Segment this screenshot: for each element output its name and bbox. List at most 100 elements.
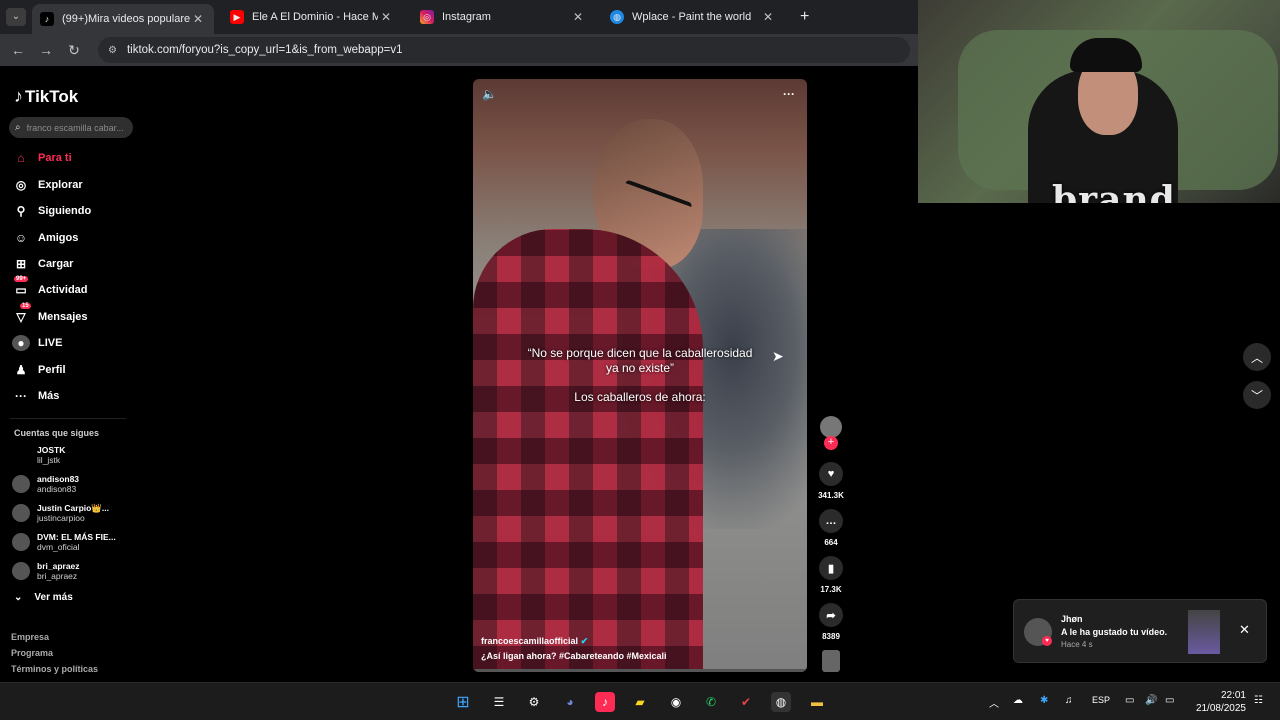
tab-instagram[interactable]: ◎ Instagram ✕ [412, 4, 594, 30]
nav-para-ti[interactable]: ⌂ Para ti [12, 148, 132, 168]
video-player[interactable]: 🔈 ··· “No se porque dicen que la caballe… [473, 79, 807, 672]
tiktok-note-icon: ♪ [14, 86, 23, 106]
nav-mensajes[interactable]: ▽ 15 Mensajes [12, 303, 132, 327]
tab-youtube[interactable]: ▶ Ele A El Dominio - Hace Mucho ✕ [222, 4, 402, 30]
instagram-icon: ◎ [420, 10, 434, 24]
close-tab-icon[interactable]: ✕ [378, 10, 394, 24]
close-tab-icon[interactable]: ✕ [760, 10, 776, 24]
reload-icon[interactable]: ↻ [60, 42, 88, 59]
nav-live[interactable]: ● LIVE [12, 333, 132, 353]
chrome-icon[interactable]: ◍ [771, 692, 791, 712]
browser-tab-bar: ⌄ ♪ (99+)Mira videos populares sel ✕ ▶ E… [0, 0, 918, 34]
footer-link-programa[interactable]: Programa [11, 648, 53, 658]
bookmark-icon: ▮ [819, 556, 843, 580]
bluetooth-icon[interactable]: ✱ [1040, 695, 1048, 706]
heart-icon: ♥ [1042, 636, 1052, 646]
system-clock[interactable]: 22:01 21/08/2025 [1192, 689, 1246, 715]
followed-account[interactable]: JOSTK lil_jstk [12, 443, 132, 467]
file-explorer-icon[interactable]: ▬ [807, 692, 827, 712]
back-icon[interactable]: ← [4, 42, 32, 58]
notification-text: A le ha gustado tu vídeo. [1061, 627, 1168, 637]
nav-explorar[interactable]: ◎ Explorar [12, 175, 132, 195]
live-icon: ● [12, 335, 30, 351]
home-icon: ⌂ [17, 151, 25, 165]
app-icon[interactable]: ◉ [666, 692, 686, 712]
close-icon[interactable]: ✕ [1239, 622, 1250, 638]
nav-cargar[interactable]: ⊞ Cargar [12, 254, 132, 274]
following-icon: ⚲ [16, 204, 26, 218]
tab-wplace[interactable]: ◍ Wplace - Paint the world ✕ [602, 4, 784, 30]
heart-icon: ♥ [819, 462, 843, 486]
video-caption-line-1: “No se porque dicen que la caballerosida… [527, 346, 753, 360]
following-section-title: Cuentas que sigues [14, 428, 100, 438]
followed-account[interactable]: Justin Carpio👑... justincarpioo [12, 501, 132, 525]
see-more-button[interactable]: ⌄ Ver más [14, 592, 73, 603]
follow-plus-icon[interactable]: + [824, 436, 838, 450]
more-options-icon[interactable]: ··· [783, 87, 795, 101]
app-icon[interactable]: ☰ [489, 692, 509, 712]
activity-icon: ▭ 99+ [14, 276, 29, 297]
video-description: ¿Así ligan ahora? #Cabareteando #Mexical… [481, 651, 667, 661]
video-username[interactable]: francoescamillaofficial ✔ [481, 636, 588, 647]
windows-start-icon[interactable]: ⊞ [453, 692, 473, 712]
avatar [12, 562, 30, 580]
avatar [12, 533, 30, 551]
site-info-icon[interactable]: ⚙ [108, 45, 117, 56]
chevron-up-icon[interactable]: ︿ [989, 695, 999, 710]
network-icon[interactable]: ▭ [1125, 695, 1134, 706]
volume-icon[interactable]: 🔈 [482, 87, 497, 101]
address-bar-row: ← → ↻ ⚙ tiktok.com/foryou?is_copy_url=1&… [0, 34, 918, 66]
sticky-notes-icon[interactable]: ▰ [630, 692, 650, 712]
url-input[interactable]: ⚙ tiktok.com/foryou?is_copy_url=1&is_fro… [98, 37, 910, 63]
creator-avatar[interactable] [820, 416, 842, 438]
discord-icon[interactable]: ◕ [560, 692, 580, 712]
comment-button[interactable]: … 664 [816, 509, 846, 547]
webcam-cap [1070, 38, 1142, 72]
followed-account[interactable]: andison83 andison83 [12, 472, 132, 496]
previous-video-button[interactable]: ︿ [1243, 343, 1271, 371]
save-button[interactable]: ▮ 17.3K [816, 556, 846, 594]
battery-icon[interactable]: ▭ [1165, 695, 1174, 706]
like-button[interactable]: ♥ 341.3K [816, 462, 846, 500]
music-disc-avatar[interactable] [822, 650, 840, 672]
footer-link-empresa[interactable]: Empresa [11, 632, 49, 642]
forward-icon[interactable]: → [32, 42, 60, 58]
nav-perfil[interactable]: ♟ Perfil [12, 360, 132, 380]
tray-app-icon[interactable]: ☁ [1013, 695, 1023, 706]
search-input[interactable]: ⌕ franco escamilla cabar... [9, 117, 133, 138]
new-tab-button[interactable]: + [792, 4, 816, 30]
followed-account[interactable]: bri_apraez bri_apraez [12, 559, 132, 583]
whatsapp-icon[interactable]: ✆ [701, 692, 721, 712]
close-tab-icon[interactable]: ✕ [190, 12, 206, 26]
steam-icon[interactable]: ⚙ [524, 692, 544, 712]
video-progress-bar[interactable] [473, 669, 807, 672]
footer-link-terminos[interactable]: Términos y políticas [11, 664, 98, 674]
followed-account[interactable]: DVM: EL MÁS FIE... dvm_oficial [12, 530, 132, 554]
nav-amigos[interactable]: ☺ Amigos [12, 228, 132, 248]
language-indicator[interactable]: ESP [1092, 695, 1110, 705]
volume-icon[interactable]: 🔊 [1145, 695, 1157, 706]
messages-icon: ▽ 15 [16, 303, 31, 324]
avatar [12, 446, 30, 464]
notifications-icon[interactable]: ☷ [1254, 695, 1263, 706]
nav-mas[interactable]: ··· Más [12, 386, 132, 406]
avatar [12, 475, 30, 493]
upload-icon: ⊞ [15, 257, 27, 271]
profile-icon: ♟ [15, 363, 27, 377]
close-tab-icon[interactable]: ✕ [570, 10, 586, 24]
next-video-button[interactable]: ﹀ [1243, 381, 1271, 409]
tab-tiktok[interactable]: ♪ (99+)Mira videos populares sel ✕ [32, 4, 214, 34]
microphone-icon[interactable]: ♫ [1065, 695, 1073, 706]
todo-icon[interactable]: ✔ [736, 692, 756, 712]
video-plaid-shadow [473, 229, 703, 672]
tiktok-app-icon[interactable]: ♪ [595, 692, 615, 712]
notification-toast[interactable]: ♥ Jhøn A le ha gustado tu vídeo. Hace 4 … [1013, 599, 1267, 663]
share-button[interactable]: ➦ 8389 [816, 603, 846, 641]
tiktok-logo[interactable]: ♪ TikTok [14, 86, 78, 107]
comment-icon: … [819, 509, 843, 533]
tab-search-button[interactable]: ⌄ [6, 8, 26, 26]
avatar [12, 504, 30, 522]
notification-thumbnail[interactable] [1188, 610, 1220, 654]
nav-actividad[interactable]: ▭ 99+ Actividad [12, 276, 132, 300]
nav-siguiendo[interactable]: ⚲ Siguiendo [12, 201, 132, 221]
